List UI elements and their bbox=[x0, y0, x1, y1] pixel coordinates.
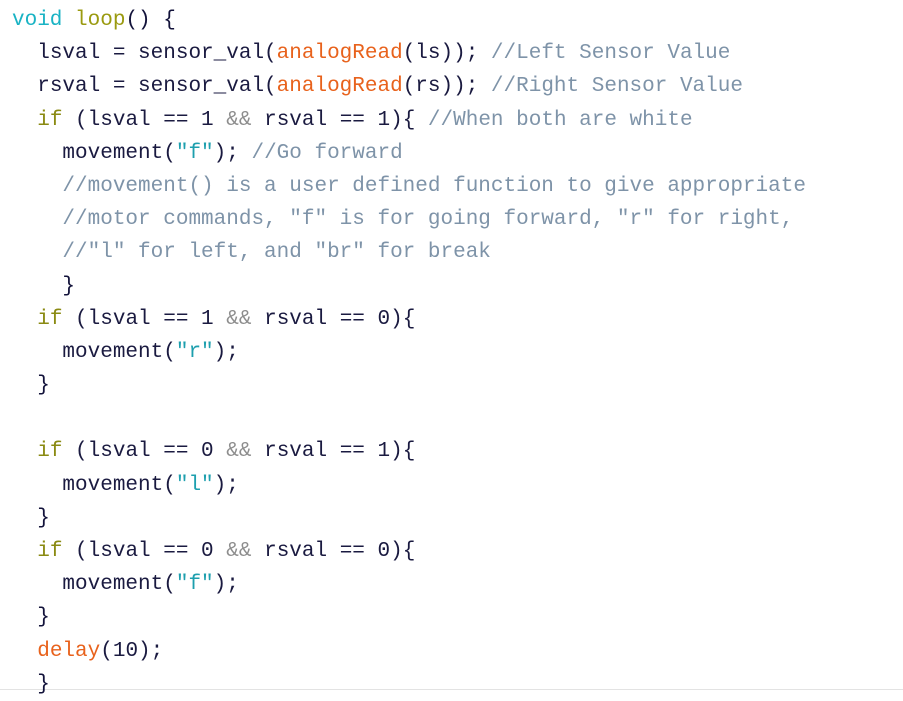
code-token: (lsval == 1 bbox=[62, 307, 227, 331]
code-token: rsval == 1){ bbox=[251, 108, 428, 132]
code-line: } bbox=[0, 668, 903, 701]
code-token: rsval = sensor_val( bbox=[37, 75, 277, 99]
code-token: rsval == 0){ bbox=[251, 540, 416, 563]
code-token: movement( bbox=[62, 340, 176, 364]
code-line: //"l" for left, and "br" for break bbox=[0, 236, 903, 269]
code-line: movement("l"); bbox=[0, 469, 903, 502]
code-token: analogRead bbox=[276, 42, 403, 66]
code-token: () { bbox=[125, 9, 176, 32]
code-token: delay bbox=[37, 639, 101, 663]
code-token: && bbox=[226, 440, 252, 464]
code-token: ); bbox=[213, 473, 239, 497]
code-token: loop bbox=[75, 9, 126, 32]
code-token: "r" bbox=[175, 340, 214, 364]
code-token: rsval == 0){ bbox=[251, 307, 416, 331]
code-token: } bbox=[37, 374, 50, 398]
code-listing: void loop() { lsval = sensor_val(analogR… bbox=[0, 0, 903, 696]
code-token: rsval == 1){ bbox=[251, 440, 416, 464]
code-token: "l" bbox=[175, 473, 214, 497]
code-token: movement( bbox=[62, 573, 176, 597]
code-token: (lsval == 1 bbox=[62, 108, 227, 132]
code-token: "f" bbox=[175, 573, 214, 597]
code-line: } bbox=[0, 270, 903, 303]
code-token: } bbox=[62, 274, 76, 298]
code-token: ); bbox=[213, 340, 239, 364]
code-token: analogRead bbox=[276, 75, 403, 99]
code-token: } bbox=[37, 672, 50, 696]
code-line: movement("f"); bbox=[0, 568, 903, 601]
code-line: if (lsval == 1 && rsval == 1){ //When bo… bbox=[0, 104, 903, 137]
code-line: movement("r"); bbox=[0, 336, 903, 369]
code-token: && bbox=[226, 108, 252, 132]
code-token: ); bbox=[213, 573, 239, 597]
code-line: } bbox=[0, 502, 903, 535]
code-token: lsval = sensor_val( bbox=[37, 42, 277, 66]
code-token: //Go forward bbox=[251, 141, 403, 165]
code-token: //When both are white bbox=[427, 108, 693, 132]
code-token: void bbox=[12, 9, 63, 32]
code-token: && bbox=[226, 540, 252, 563]
code-token: if bbox=[37, 307, 63, 331]
code-token: } bbox=[37, 506, 50, 530]
code-token: if bbox=[37, 440, 63, 464]
code-token: //motor commands, "f" is for going forwa… bbox=[62, 208, 794, 232]
code-line: lsval = sensor_val(analogRead(ls)); //Le… bbox=[0, 37, 903, 70]
code-line: //movement() is a user defined function … bbox=[0, 170, 903, 203]
code-token: (10); bbox=[100, 639, 164, 663]
code-token: if bbox=[37, 540, 63, 563]
code-line: if (lsval == 0 && rsval == 1){ bbox=[0, 435, 903, 468]
code-line: //motor commands, "f" is for going forwa… bbox=[0, 203, 903, 236]
code-token: if bbox=[37, 108, 63, 132]
code-token: } bbox=[37, 606, 50, 630]
code-token: //"l" for left, and "br" for break bbox=[62, 241, 491, 265]
code-token: (lsval == 0 bbox=[62, 540, 227, 563]
code-token: ); bbox=[213, 141, 252, 165]
code-token: movement( bbox=[62, 141, 176, 165]
code-token: //Left Sensor Value bbox=[490, 42, 731, 66]
code-token: (ls)); bbox=[402, 42, 491, 66]
code-line: delay(10); bbox=[0, 635, 903, 668]
code-token: && bbox=[226, 307, 252, 331]
code-line: } bbox=[0, 369, 903, 402]
code-token: //Right Sensor Value bbox=[490, 75, 743, 99]
code-token: (rs)); bbox=[402, 75, 491, 99]
code-line: if (lsval == 1 && rsval == 0){ bbox=[0, 303, 903, 336]
code-line: if (lsval == 0 && rsval == 0){ bbox=[0, 535, 903, 568]
code-token: movement( bbox=[62, 473, 176, 497]
code-line: rsval = sensor_val(analogRead(rs)); //Ri… bbox=[0, 70, 903, 103]
code-line: void loop() { bbox=[0, 4, 903, 37]
code-line: movement("f"); //Go forward bbox=[0, 137, 903, 170]
code-token: (lsval == 0 bbox=[62, 440, 227, 464]
code-token: "f" bbox=[175, 141, 214, 165]
code-token: //movement() is a user defined function … bbox=[62, 174, 806, 198]
code-line: } bbox=[0, 601, 903, 634]
